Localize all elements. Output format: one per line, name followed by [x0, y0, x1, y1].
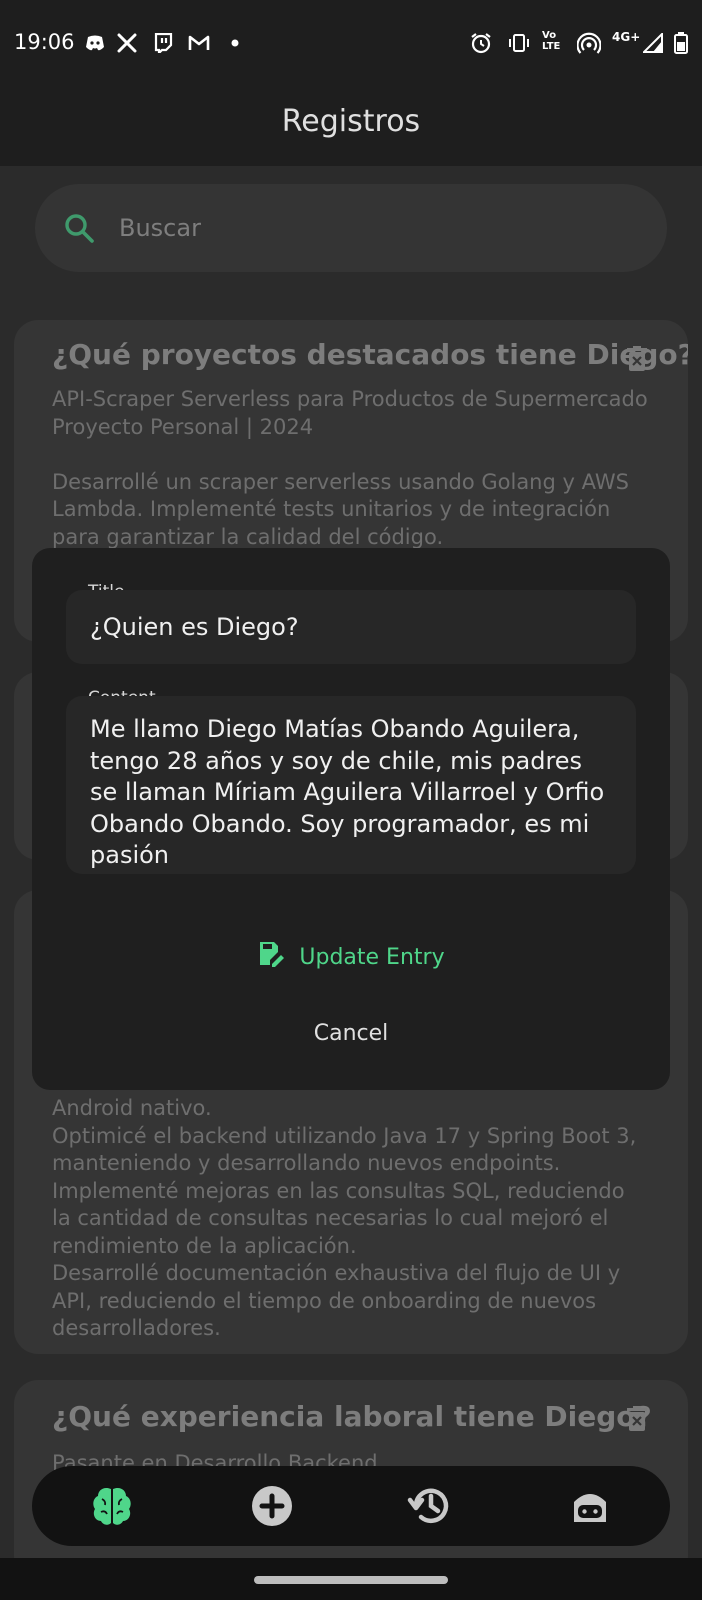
status-time: 19:06 [14, 30, 75, 54]
app-bar: Registros [0, 86, 702, 166]
edit-entry-dialog: Title ¿Quien es Diego? Content Me llamo … [32, 548, 670, 1090]
home-handle[interactable] [254, 1576, 448, 1584]
hotspot-icon [576, 30, 602, 56]
battery-icon [668, 30, 694, 56]
title-field[interactable]: ¿Quien es Diego? [66, 590, 636, 664]
content-input[interactable]: Me llamo Diego Matías Obando Aguilera, t… [90, 714, 616, 872]
network-type: 4G+ [612, 30, 641, 44]
title-input[interactable]: ¿Quien es Diego? [90, 612, 616, 644]
volte-icon: Vo LTE [542, 30, 561, 52]
edit-note-icon [257, 940, 285, 974]
alarm-icon [468, 30, 494, 56]
signal-icon [640, 30, 666, 56]
content-field[interactable]: Me llamo Diego Matías Obando Aguilera, t… [66, 696, 636, 874]
status-bar: 19:06 Vo LTE 4G+ [0, 0, 702, 86]
dot-icon [222, 30, 248, 56]
cancel-label: Cancel [313, 1020, 389, 1046]
vibrate-icon [506, 30, 532, 56]
system-navigation-bar [0, 1558, 702, 1600]
page-title: Registros [281, 104, 421, 139]
x-icon [114, 30, 140, 56]
discord-icon [82, 30, 108, 56]
update-entry-label: Update Entry [299, 944, 445, 970]
twitch-icon [150, 30, 176, 56]
update-entry-button[interactable]: Update Entry [32, 930, 670, 984]
gmail-icon [186, 30, 212, 56]
cancel-button[interactable]: Cancel [32, 1006, 670, 1060]
